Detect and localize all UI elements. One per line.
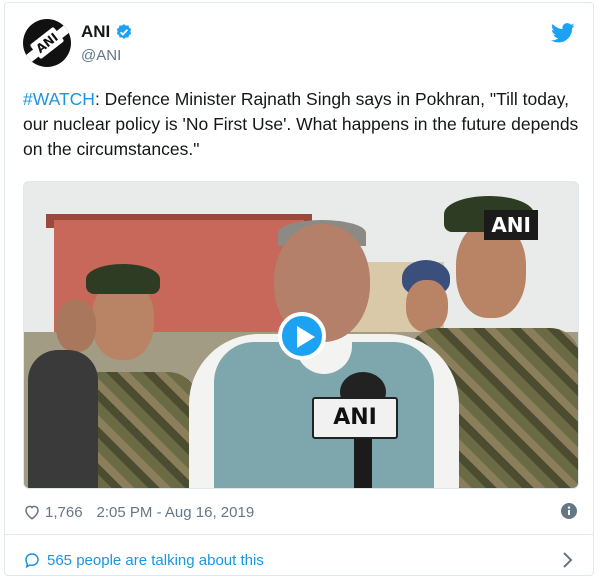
reply-bubble-icon xyxy=(25,553,39,569)
conversation-count-text: 565 people are talking about this xyxy=(47,551,264,569)
avatar[interactable]: ANI xyxy=(23,19,71,67)
microphone-label: ANI xyxy=(333,405,377,430)
play-icon xyxy=(297,326,315,348)
tweet-body: : Defence Minister Rajnath Singh says in… xyxy=(23,89,579,159)
twitter-bird-icon[interactable] xyxy=(551,23,575,43)
meta-row: 1,766 2:05 PM - Aug 16, 2019 xyxy=(23,501,579,523)
user-handle[interactable]: @ANI xyxy=(81,47,121,64)
conversation-link[interactable]: 565 people are talking about this xyxy=(23,549,579,571)
video-thumbnail[interactable]: ANI ANI xyxy=(23,181,579,489)
tweet-timestamp[interactable]: 2:05 PM - Aug 16, 2019 xyxy=(97,504,255,521)
info-icon[interactable] xyxy=(561,503,577,519)
heart-icon[interactable] xyxy=(23,503,41,521)
microphone-flag: ANI xyxy=(312,397,398,439)
footer-divider xyxy=(4,534,594,535)
video-watermark: ANI xyxy=(484,210,538,240)
display-name[interactable]: ANI xyxy=(81,22,110,42)
tweet-text: #WATCH: Defence Minister Rajnath Singh s… xyxy=(23,87,583,162)
chevron-right-icon[interactable] xyxy=(561,551,575,569)
like-count[interactable]: 1,766 xyxy=(45,504,83,521)
microphone-handle xyxy=(354,432,372,488)
verified-badge-icon xyxy=(117,24,132,39)
hashtag-link[interactable]: #WATCH xyxy=(23,89,95,109)
play-button[interactable] xyxy=(278,312,326,360)
name-row: ANI xyxy=(81,22,133,42)
tweet-card: ANI ANI @ANI #WATCH: Defence Minister Ra… xyxy=(4,2,594,576)
